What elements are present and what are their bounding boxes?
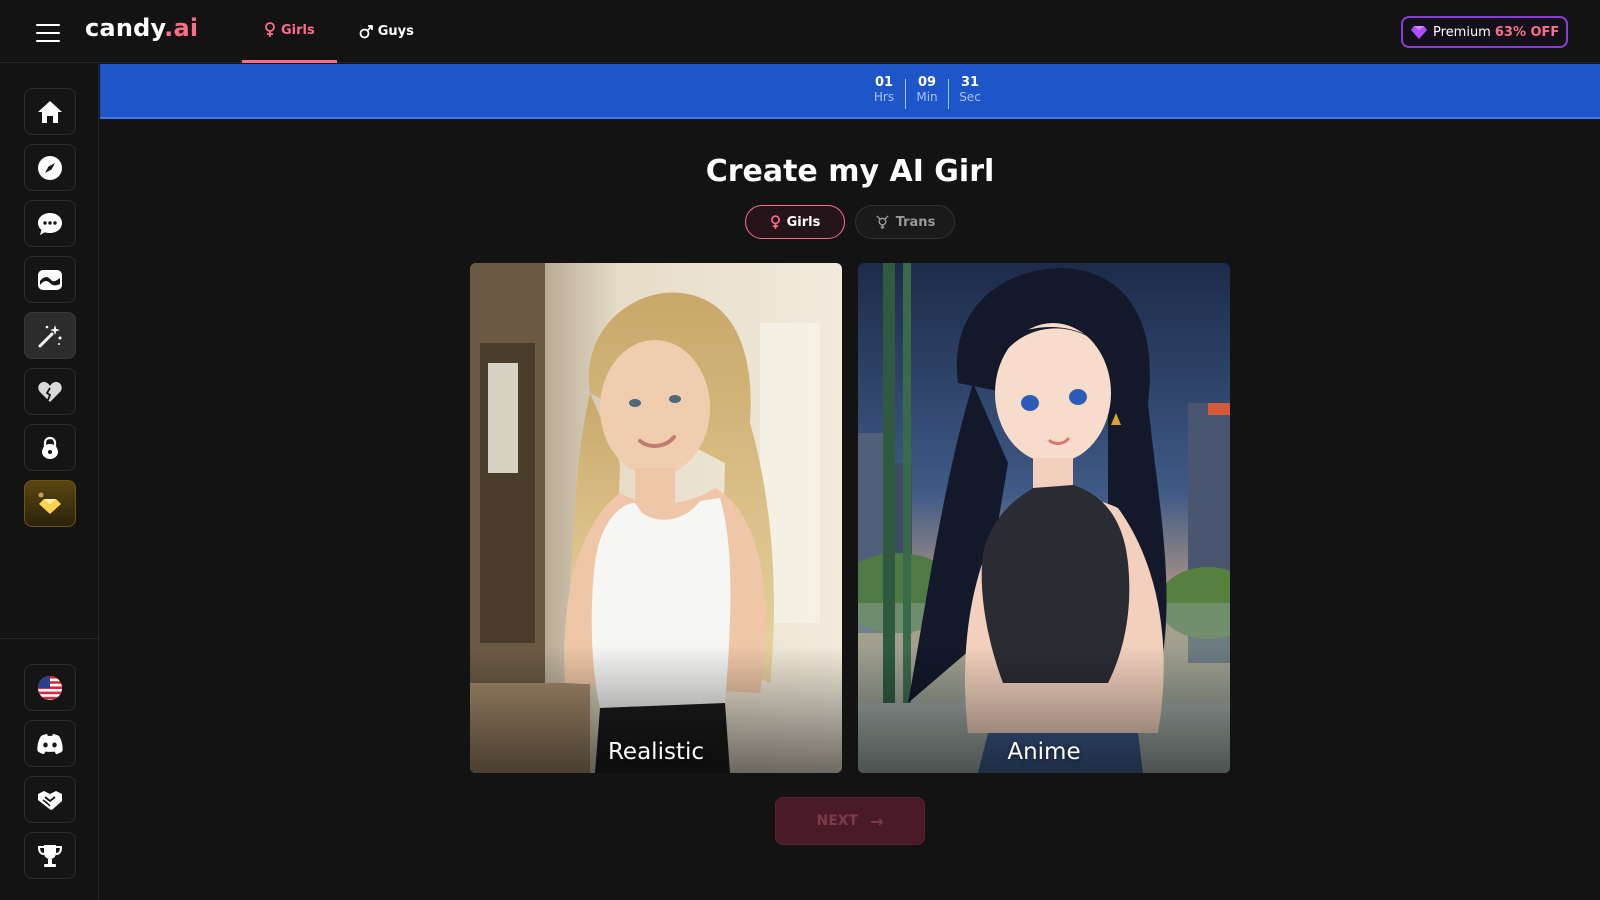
sidebar-item-affiliate[interactable]: [24, 776, 76, 823]
sidebar: [0, 64, 99, 900]
logo-accent: .ai: [164, 14, 199, 42]
page-title: Create my AI Girl: [705, 154, 995, 189]
timer-minutes-label: Min: [916, 89, 938, 104]
timer-hours-value: 01: [874, 75, 894, 90]
menu-icon[interactable]: [36, 24, 60, 42]
filter-label: Girls: [786, 214, 821, 230]
timer-hours-label: Hrs: [873, 89, 895, 104]
home-icon: [38, 100, 62, 123]
handshake-icon: [38, 790, 62, 810]
sidebar-divider: [0, 638, 99, 639]
filter-trans[interactable]: Trans: [855, 205, 955, 239]
anime-preview-image: [858, 263, 1230, 773]
timer-seconds-value: 31: [960, 75, 980, 90]
magic-wand-icon: [38, 324, 62, 347]
top-nav: Girls Guys: [242, 0, 436, 63]
sidebar-item-chat[interactable]: [24, 200, 76, 247]
style-card-label: Anime: [1007, 739, 1081, 765]
sidebar-item-collection[interactable]: [24, 368, 76, 415]
next-button[interactable]: NEXT →: [775, 797, 925, 845]
timer-seconds: 31 Sec: [949, 75, 991, 109]
heart-icon: [38, 381, 62, 402]
filter-girls[interactable]: Girls: [745, 205, 845, 239]
logo-text: candy: [85, 14, 165, 42]
timer-seconds-label: Sec: [959, 89, 981, 104]
timer-hours: 01 Hrs: [863, 75, 905, 109]
arrow-right-icon: →: [870, 811, 884, 831]
sidebar-item-language[interactable]: [24, 664, 76, 711]
compass-icon: [38, 155, 62, 180]
timer-minutes: 09 Min: [906, 75, 948, 109]
us-flag-icon: [38, 675, 62, 700]
nav-tab-guys[interactable]: Guys: [337, 0, 436, 63]
sidebar-item-discord[interactable]: [24, 720, 76, 767]
premium-button[interactable]: Premium 63% OFF: [1401, 16, 1568, 48]
sidebar-item-explore[interactable]: [24, 144, 76, 191]
female-icon: [265, 22, 275, 37]
premium-discount: 63% OFF: [1494, 24, 1560, 40]
top-bar: candy.ai Girls Guys Premium 63% OFF: [0, 0, 1600, 63]
female-icon: [770, 214, 780, 229]
countdown-banner: 01 Hrs 09 Min 31 Sec: [100, 64, 1600, 119]
logo[interactable]: candy.ai: [85, 14, 198, 42]
discord-icon: [37, 733, 63, 754]
nav-tab-label: Girls: [281, 22, 315, 38]
premium-label: Premium: [1433, 24, 1491, 40]
timer-minutes-value: 09: [917, 75, 937, 90]
sidebar-item-gallery[interactable]: [24, 256, 76, 303]
countdown-timer: 01 Hrs 09 Min 31 Sec: [863, 75, 991, 109]
sidebar-item-create[interactable]: [24, 312, 76, 359]
sidebar-item-leaderboard[interactable]: [24, 832, 76, 879]
sidebar-item-private[interactable]: [24, 424, 76, 471]
chat-icon: [38, 212, 62, 235]
style-card-realistic[interactable]: Realistic: [470, 263, 842, 773]
filter-label: Trans: [895, 214, 936, 230]
realistic-preview-image: [470, 263, 842, 773]
transgender-icon: [876, 214, 889, 229]
gallery-icon: [38, 269, 62, 290]
lock-icon: [42, 436, 58, 459]
nav-tab-girls[interactable]: Girls: [242, 0, 337, 63]
diamond-icon: [38, 492, 61, 514]
next-button-label: NEXT: [816, 813, 859, 829]
nav-tab-label: Guys: [377, 24, 414, 39]
sidebar-item-home[interactable]: [24, 88, 76, 135]
male-icon: [359, 24, 373, 38]
style-card-anime[interactable]: Anime: [858, 263, 1230, 773]
gem-icon: [1411, 26, 1427, 39]
style-card-label: Realistic: [607, 739, 704, 765]
sidebar-item-premium[interactable]: [24, 480, 76, 527]
trophy-icon: [37, 844, 63, 867]
